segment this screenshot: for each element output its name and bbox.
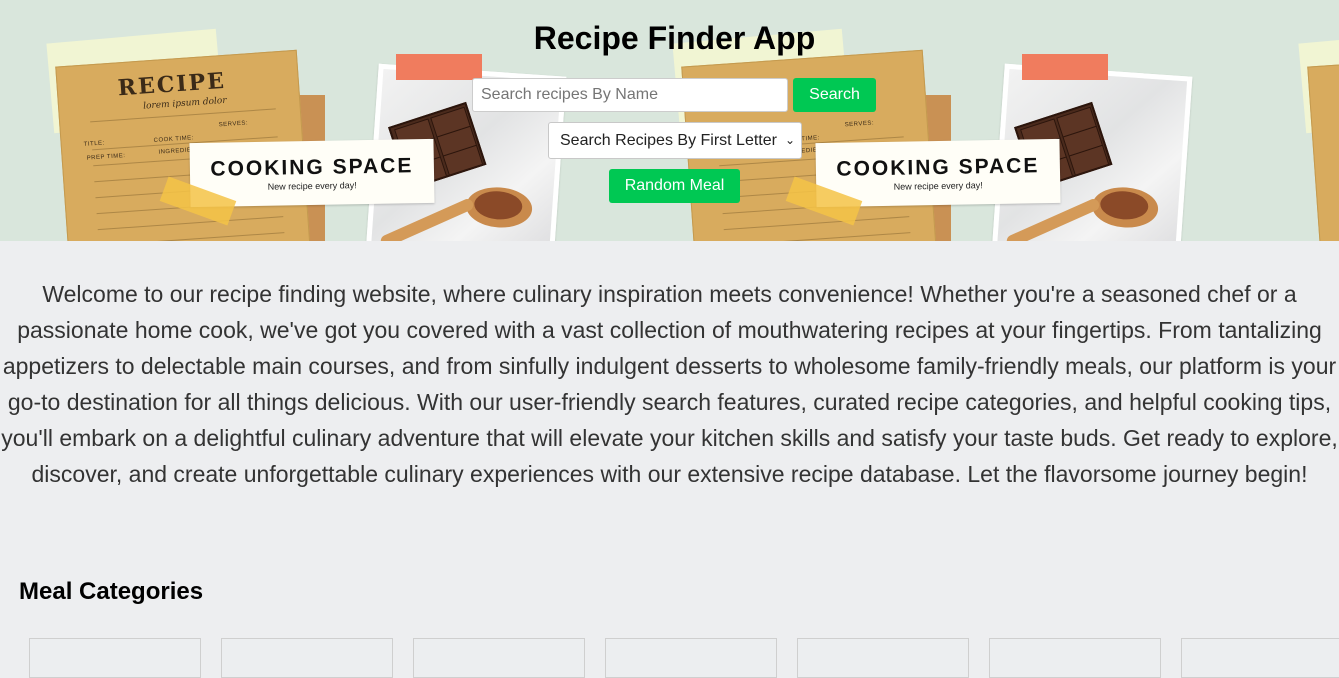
category-card[interactable]: [605, 638, 777, 678]
recipe-field-label: TITLE:: [83, 140, 105, 148]
recipe-field-label: PREP TIME:: [86, 153, 126, 162]
first-letter-select[interactable]: Search Recipes By First Letter ⌄: [548, 122, 802, 159]
recipe-field-label: SERVES:: [844, 120, 875, 129]
meal-categories-heading: Meal Categories: [19, 578, 204, 605]
chevron-down-icon: ⌄: [784, 133, 795, 147]
red-tape: [396, 54, 482, 80]
category-card[interactable]: [797, 638, 969, 678]
hero-banner: RECIPE lorem ipsum dolor TITLE: PREP TIM…: [0, 0, 1339, 241]
recipe-field-label: SERVES:: [218, 120, 249, 129]
category-card[interactable]: [221, 638, 393, 678]
category-card[interactable]: [989, 638, 1161, 678]
search-input[interactable]: [472, 78, 788, 112]
random-meal-button[interactable]: Random Meal: [609, 169, 740, 203]
search-button[interactable]: Search: [793, 78, 876, 112]
banner-title: COOKING SPACE: [836, 154, 1040, 181]
recipe-card-illustration: [1307, 49, 1339, 241]
banner-title: COOKING SPACE: [210, 154, 414, 181]
category-card[interactable]: [413, 638, 585, 678]
first-letter-select-value: Search Recipes By First Letter: [560, 132, 777, 149]
category-card[interactable]: [1181, 638, 1339, 678]
red-tape: [1022, 54, 1108, 80]
category-card[interactable]: [29, 638, 201, 678]
app-title: Recipe Finder App: [533, 20, 816, 56]
intro-paragraph: Welcome to our recipe finding website, w…: [1, 281, 1338, 487]
